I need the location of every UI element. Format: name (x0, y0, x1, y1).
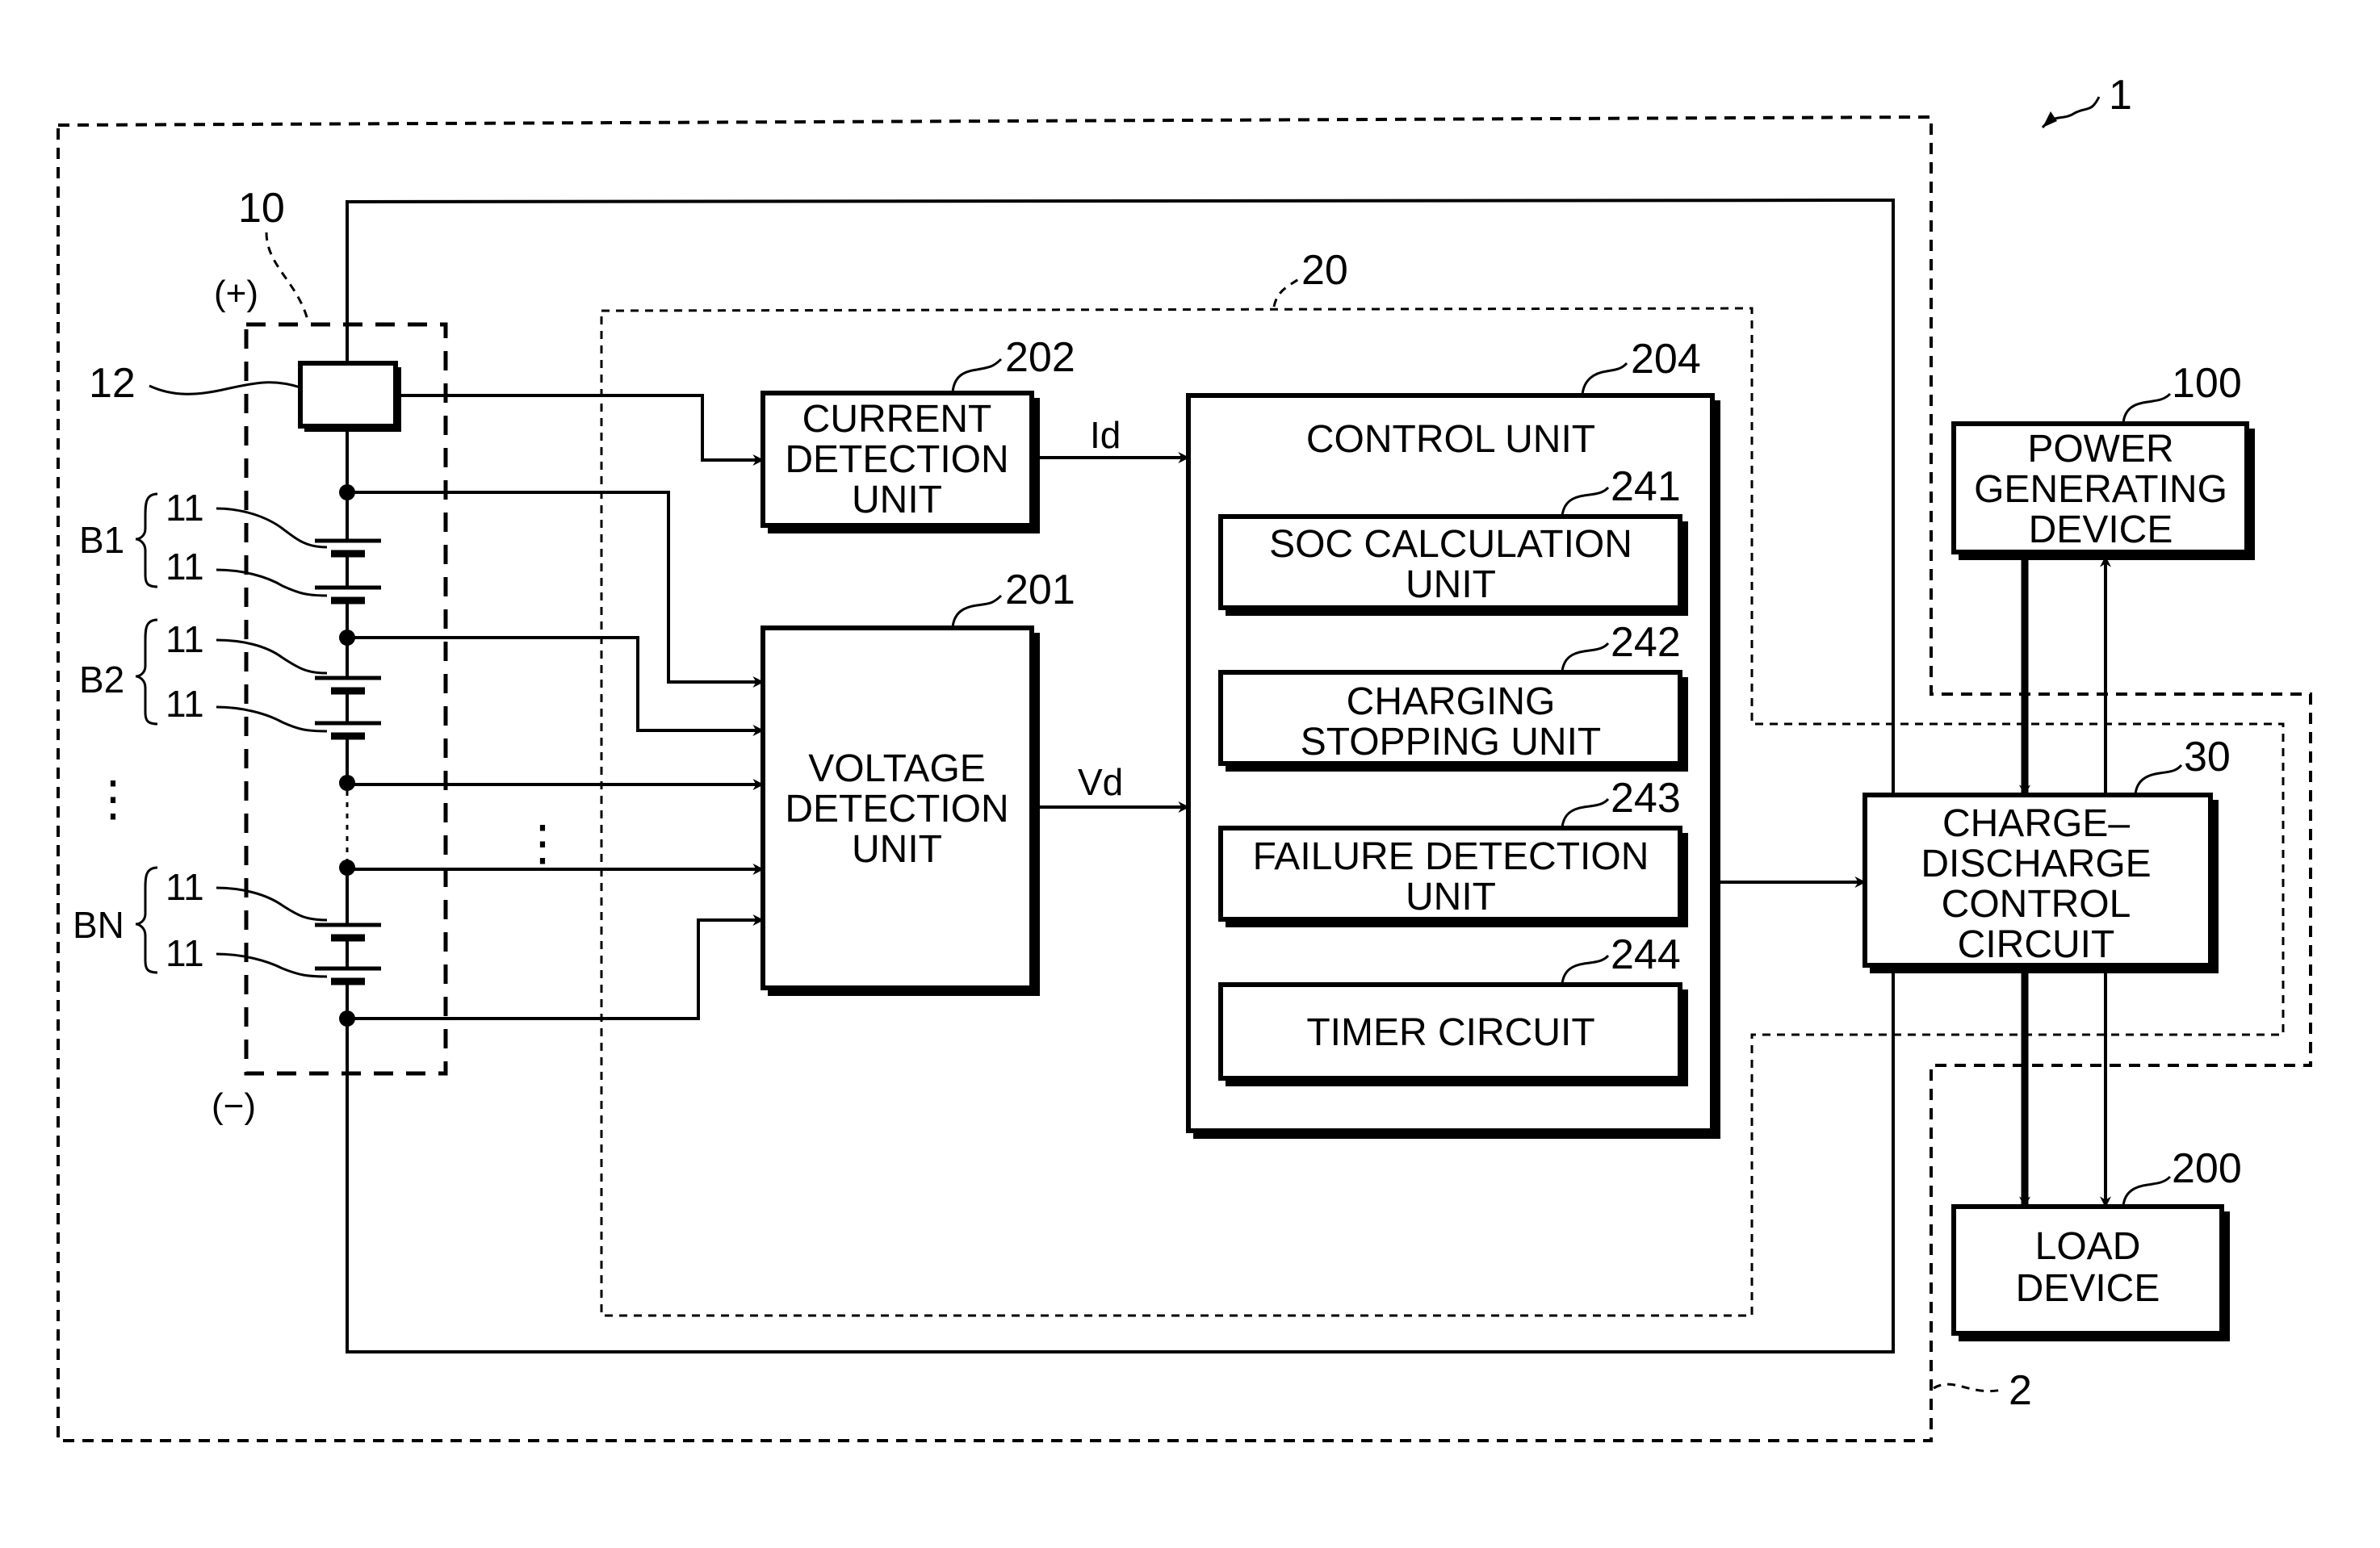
tap-ellipsis: ⋮ (518, 816, 567, 870)
failure-detection-ref-label: 243 (1611, 775, 1681, 822)
voltage-tap-wire-2 (347, 636, 765, 736)
current-sense-wire (396, 394, 765, 466)
charge-discharge-label-line: CONTROL (1942, 883, 2131, 926)
cell-ref: 11 (166, 683, 204, 725)
voltage-detection-label-line: VOLTAGE (808, 747, 986, 790)
load-device-ref-label: 200 (2172, 1145, 2242, 1192)
charging-stopping-label-line: CHARGING (1347, 680, 1556, 723)
soc-calculation-label-line: UNIT (1406, 563, 1496, 606)
timer-circuit: TIMER CIRCUIT (1218, 982, 1688, 1086)
charge-discharge-control-circuit: CHARGE– DISCHARGE CONTROL CIRCUIT (1863, 793, 2219, 973)
current-sensor (298, 361, 398, 429)
voltage-detection-label-line: DETECTION (785, 788, 1008, 830)
charging-stopping-ref-label: 242 (1611, 619, 1681, 666)
voltage-tap-wire-1 (347, 491, 765, 688)
voltage-detection-unit: VOLTAGE DETECTION UNIT (761, 625, 1040, 996)
id-signal-label: Id (1090, 414, 1121, 456)
monitoring-unit-ref-label: 20 (1301, 247, 1348, 294)
cell-block-label: B1 (79, 519, 124, 561)
charge-discharge-ref: 30 (2134, 734, 2231, 795)
cell-ref: 11 (166, 487, 204, 529)
negative-terminal-label: (−) (212, 1086, 256, 1126)
current-detection-ref-label: 202 (1005, 334, 1075, 381)
power-generating-label-line: GENERATING (1974, 468, 2227, 511)
system-ref-1: 1 (2041, 72, 2132, 128)
current-sensor-ref: 12 (89, 360, 301, 407)
charge-discharge-ref-label: 30 (2184, 734, 2231, 780)
failure-detection-label-line: FAILURE DETECTION (1253, 835, 1649, 878)
cell-ref: 11 (166, 546, 204, 588)
monitoring-unit-ref: 20 (1272, 247, 1348, 308)
cell-block-b1: B1 11 11 (79, 487, 381, 638)
battery-system-ref-2: 2 (1933, 1367, 2032, 1414)
charging-stopping-unit: CHARGING STOPPING UNIT (1218, 670, 1688, 772)
current-detection-label-line: CURRENT (802, 398, 992, 441)
load-device-ref: 200 (2122, 1145, 2242, 1207)
battery-system-block-diagram: 1 2 20 10 (+) (−) 12 B1 11 11 B2 11 11 ⋮… (57, 72, 2312, 1442)
control-unit-title: CONTROL UNIT (1306, 418, 1595, 461)
load-device-label-line: DEVICE (2016, 1267, 2160, 1310)
voltage-detection-ref-label: 201 (1005, 567, 1075, 613)
power-generating-ref: 100 (2122, 360, 2242, 424)
cell-block-bn: BN 11 11 (73, 866, 381, 1019)
soc-calculation-ref-label: 241 (1611, 463, 1681, 510)
charging-stopping-label-line: STOPPING UNIT (1301, 721, 1602, 764)
vd-signal-label: Vd (1078, 761, 1123, 803)
block-ellipsis: ⋮ (89, 772, 137, 826)
voltage-detection-ref: 201 (951, 567, 1075, 628)
load-device: LOAD DEVICE (1951, 1204, 2230, 1341)
positive-terminal-label: (+) (214, 274, 258, 313)
cell-ref: 11 (166, 866, 204, 908)
battery-system-ref-label: 2 (2009, 1367, 2032, 1414)
cell-ref: 11 (166, 618, 204, 660)
soc-calculation-label-line: SOC CALCULATION (1269, 523, 1632, 566)
failure-detection-label-line: UNIT (1406, 876, 1496, 918)
failure-detection-unit: FAILURE DETECTION UNIT (1218, 826, 1688, 927)
current-detection-unit: CURRENT DETECTION UNIT (761, 391, 1040, 533)
control-unit-ref: 204 (1581, 336, 1701, 395)
cell-block-label: BN (73, 904, 124, 946)
battery-module-ref-label: 10 (238, 185, 285, 232)
system-ref-label: 1 (2109, 72, 2132, 119)
timer-circuit-ref-label: 244 (1611, 931, 1681, 978)
voltage-detection-label-line: UNIT (852, 828, 942, 871)
control-unit-ref-label: 204 (1631, 336, 1701, 383)
power-generating-ref-label: 100 (2172, 360, 2242, 407)
current-detection-label-line: DETECTION (785, 438, 1008, 481)
power-generating-label-line: DEVICE (2029, 508, 2173, 551)
power-generating-label-line: POWER (2027, 428, 2173, 471)
cell-block-b2: B2 11 11 (79, 618, 381, 783)
power-generating-device: POWER GENERATING DEVICE (1951, 421, 2255, 560)
current-sensor-ref-label: 12 (89, 360, 136, 407)
soc-calculation-unit: SOC CALCULATION UNIT (1218, 514, 1688, 616)
charge-discharge-label-line: DISCHARGE (1921, 843, 2151, 885)
current-detection-ref: 202 (951, 334, 1075, 393)
load-device-label-line: LOAD (2035, 1225, 2141, 1268)
cell-ref: 11 (166, 932, 204, 974)
charge-discharge-label-line: CIRCUIT (1958, 923, 2115, 966)
cell-block-label: B2 (79, 659, 124, 701)
current-detection-label-line: UNIT (852, 479, 942, 521)
voltage-tap-wire-5 (347, 914, 765, 1020)
timer-circuit-label-line: TIMER CIRCUIT (1306, 1011, 1594, 1054)
charge-discharge-label-line: CHARGE– (1942, 802, 2130, 845)
